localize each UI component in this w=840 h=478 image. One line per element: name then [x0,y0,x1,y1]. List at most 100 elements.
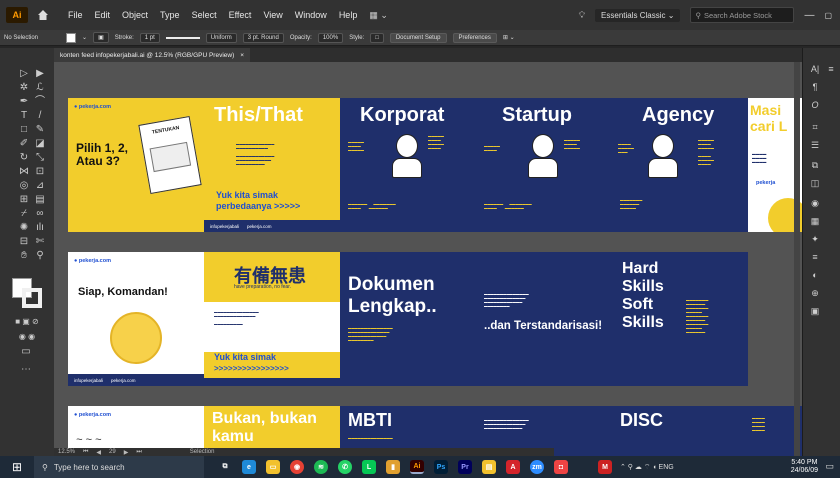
zoom-icon[interactable]: zm [530,460,544,474]
acrobat-icon[interactable]: A [506,460,520,474]
artboard-nav-first-icon[interactable]: ⏮ [83,449,88,456]
whatsapp-icon[interactable]: ✆ [338,460,352,474]
stroke-label[interactable]: Stroke: [115,35,134,41]
gradient-tool-icon[interactable]: ▤ [34,194,46,206]
curvature-tool-icon[interactable]: ⌒ [34,96,46,108]
artboard-this-that[interactable]: This/That ▬▬▬▬▬▬▬▬▬▬▬▬ ▬▬▬▬▬▬▬▬▬▬ ▬▬▬▬▬▬▬▬… [204,98,340,232]
color-mode-icon[interactable]: ■ ▣ ⊘ [12,316,42,328]
fill-swatch[interactable] [66,32,77,43]
swatches-panel-icon[interactable]: ▦ [809,216,821,227]
artboard-pilih[interactable]: ● pekerja.com Pilih 1, 2, Atau 3? TENTUK… [68,98,204,232]
character-panel-icon[interactable]: A| [809,64,821,74]
menu-file[interactable]: File [68,10,83,21]
width-tool-icon[interactable]: ⋈ [18,166,30,178]
opentype-panel-icon[interactable]: O [809,100,821,110]
stock-search-input[interactable]: ⚲ Search Adobe Stock [690,7,795,23]
mesh-tool-icon[interactable]: ⊞ [18,194,30,206]
task-view-icon[interactable]: ⧉ [218,460,232,474]
shaper-tool-icon[interactable]: ✐ [18,138,30,150]
artboard-korporat[interactable]: Korporat ▬▬▬▬▬ ▬▬▬▬ ▬▬▬▬▬ ▬▬▬▬▬ ▬▬▬▬ ▬▬▬▬▬ ▬▬… [340,98,476,232]
graph-tool-icon[interactable]: ılı [34,222,46,234]
appearance-panel-icon[interactable]: ⊕ [809,288,821,299]
paintbrush-tool-icon[interactable]: ✎ [34,124,46,136]
menu-select[interactable]: Select [192,10,217,21]
lasso-tool-icon[interactable]: ℒ [34,82,46,94]
app-red-icon[interactable]: ◘ [554,460,568,474]
color-panel-icon[interactable]: ◉ [809,198,821,209]
more-tools-icon[interactable]: ⋯ [20,364,32,376]
vertical-scrollbar[interactable] [794,62,800,456]
notifications-icon[interactable]: ▭ [825,461,834,472]
windows-start-icon[interactable]: ⊞ [0,456,34,478]
photoshop-icon[interactable]: Ps [434,460,448,474]
artboard-terstandarisasi[interactable]: ▬▬▬▬▬▬▬▬▬▬▬▬▬▬ ▬▬▬▬▬▬▬▬▬▬▬▬▬ ▬▬▬▬▬▬▬▬▬▬▬▬ ▬… [476,252,612,386]
stroke-color-swatch[interactable] [22,288,42,308]
workspace-switcher[interactable]: Essentials Classic ⌄ [595,8,681,22]
blend-tool-icon[interactable]: ∞ [34,208,46,220]
artboard-tool-icon[interactable]: ⊟ [18,236,30,248]
style-swatch[interactable]: □ [370,32,384,43]
brush-select[interactable]: 3 pt. Round [242,32,284,43]
menu-type[interactable]: Type [160,10,180,21]
symbol-sprayer-tool-icon[interactable]: ✺ [18,222,30,234]
premiere-icon[interactable]: Pr [458,460,472,474]
menu-view[interactable]: View [263,10,282,21]
shape-builder-tool-icon[interactable]: ◎ [18,180,30,192]
stroke-weight-input[interactable]: 1 pt [139,32,160,43]
lightbulb-icon[interactable]: 💡︎ [579,10,585,21]
menu-object[interactable]: Object [122,10,148,21]
arrange-icon[interactable]: ⊞ ⌄ [503,34,515,41]
stroke-swatch[interactable]: ▣ [93,32,109,43]
line-icon[interactable]: L [362,460,376,474]
zoom-tool-icon[interactable]: ⚲ [34,250,46,262]
direct-selection-tool-icon[interactable]: ▶ [34,68,46,80]
scale-tool-icon[interactable]: ⤡ [34,152,46,164]
artboard-canvas[interactable]: ● pekerja.com Pilih 1, 2, Atau 3? TENTUK… [54,62,802,456]
type-tool-icon[interactable]: T [18,110,30,122]
artboard-number[interactable]: 29 [109,449,116,455]
close-tab-icon[interactable]: × [240,52,244,59]
pen-tool-icon[interactable]: ✒ [18,96,30,108]
chrome-icon[interactable]: ◉ [290,460,304,474]
paragraph-panel-icon[interactable]: ¶ [809,82,821,92]
artboard-hard-soft-skills[interactable]: Hard Skills Soft Skills ▬▬▬▬▬▬▬ ▬▬▬▬▬▬ ▬▬▬… [612,252,748,386]
artboard-siap-komandan[interactable]: ● pekerja.com Siap, Komandan! infopekerj… [68,252,204,386]
opacity-input[interactable]: 100% [317,32,344,43]
taskbar-clock[interactable]: 5:40 PM 24/06/09 [791,459,818,475]
pathfinder-panel-icon[interactable]: ⧉ [809,160,821,171]
opacity-label[interactable]: Opacity: [290,35,312,41]
stroke-panel-icon[interactable]: ≡ [809,252,821,262]
line-tool-icon[interactable]: / [34,110,46,122]
selection-tool-icon[interactable]: ▷ [18,68,30,80]
edge-icon[interactable]: e [242,460,256,474]
screen-mode-icon[interactable]: ▭ [20,346,32,358]
rotate-tool-icon[interactable]: ↻ [18,152,30,164]
artboard-nav-last-icon[interactable]: ⏭ [136,449,141,456]
system-tray-app-icon[interactable]: M [598,460,612,474]
rectangle-tool-icon[interactable]: □ [18,124,30,136]
sticky-notes-icon[interactable]: ▤ [482,460,496,474]
document-tab[interactable]: konten feed infopekerjabali.ai @ 12.5% (… [54,48,251,62]
artboard-nav-prev-icon[interactable]: ◀ [96,449,101,456]
document-setup-button[interactable]: Document Setup [389,32,447,43]
zoom-level[interactable]: 12.5% [58,449,75,455]
magic-wand-tool-icon[interactable]: ✲ [18,82,30,94]
style-label[interactable]: Style: [349,35,364,41]
layers-panel-icon[interactable]: ◫ [809,178,821,189]
artboard-agency[interactable]: Agency ▬▬▬▬ ▬▬▬▬▬ ▬▬▬ ▬▬▬▬▬ ▬▬▬▬ ▬▬▬▬▬ ▬▬▬▬ ▬▬… [612,98,748,232]
artboard-dokumen[interactable]: Dokumen Lengkap.. ▬▬▬▬▬▬▬▬▬▬▬▬▬▬ ▬▬▬▬▬▬▬▬… [340,252,476,386]
system-tray-icons[interactable]: ⌃ ⚲ ☁ ⌔ ◖ ENG [620,463,674,472]
artboard-startup[interactable]: Startup ▬▬▬▬▬ ▬▬▬▬ ▬▬▬▬▬ ▬▬▬▬ ▬▬▬▬▬ ▬▬▬▬▬▬ … [476,98,612,232]
minimize-icon[interactable]: — [804,10,814,21]
eyedropper-tool-icon[interactable]: ⌿ [18,208,30,220]
taskbar-search-input[interactable]: ⚲ Type here to search [34,456,204,478]
artboard-disc[interactable]: DISC [612,406,748,456]
menu-help[interactable]: Help [339,10,358,21]
spotify-icon[interactable]: ≋ [314,460,328,474]
artboard-nav-next-icon[interactable]: ▶ [124,449,129,456]
illustrator-taskbar-icon[interactable]: Ai [410,460,424,474]
brushes-panel-icon[interactable]: ✦ [809,234,821,245]
home-icon[interactable] [36,8,50,22]
gradient-panel-icon[interactable]: ◐ [809,270,821,280]
panel-menu-icon[interactable]: ≡ [825,64,837,74]
